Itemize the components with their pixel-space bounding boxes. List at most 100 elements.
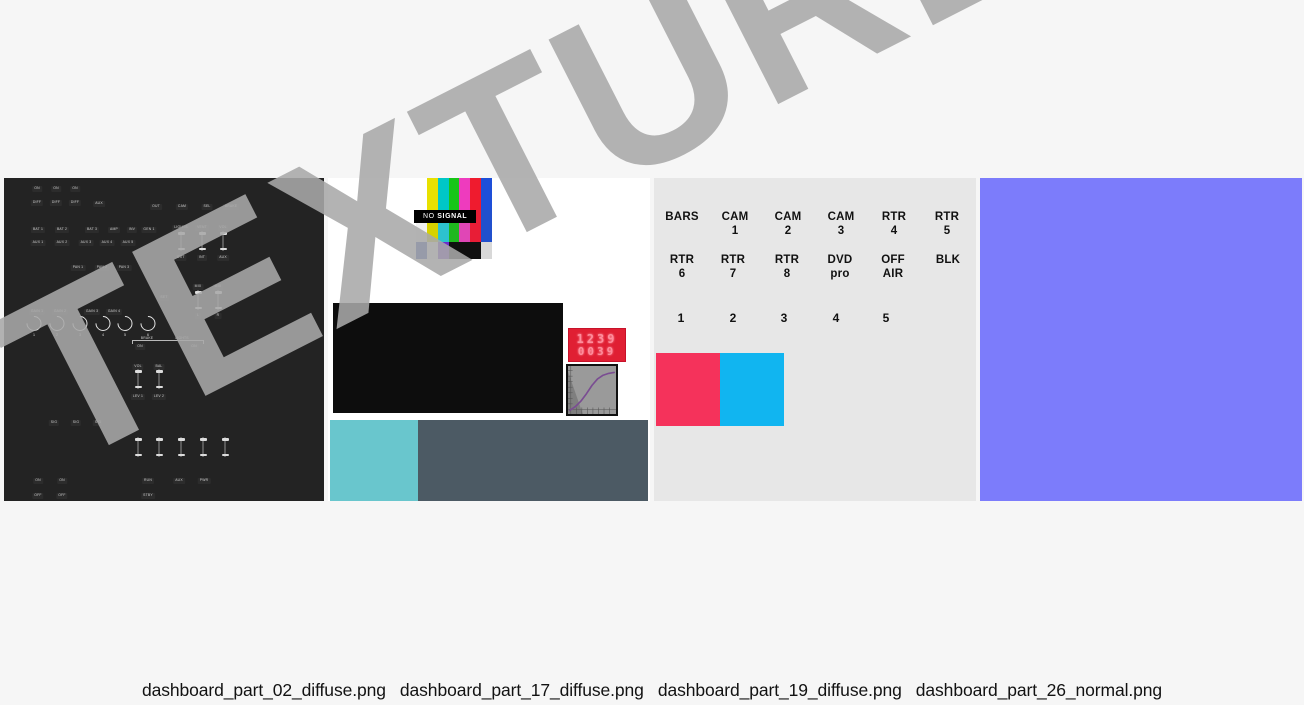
rotary-knob-number: 4 (102, 333, 104, 337)
graph-curve-line (569, 371, 615, 412)
source-button-label[interactable]: RTR 7 (721, 253, 745, 282)
dashboard-switch-label: AUX 3 (78, 240, 94, 246)
vertical-fader[interactable] (198, 231, 206, 251)
vertical-fader[interactable] (221, 437, 229, 457)
color-bar-segment (448, 242, 460, 259)
vertical-fader[interactable] (177, 231, 185, 251)
vertical-fader[interactable] (219, 231, 227, 251)
dashboard-switch-label: L (194, 313, 202, 319)
dashboard-switch-label: LEV 2 (151, 394, 167, 400)
vertical-fader[interactable] (199, 437, 207, 457)
dashboard-switch-label: OUT (150, 204, 162, 210)
color-bar-segment (481, 242, 493, 259)
no-signal-banner: NO SIGNAL (414, 210, 477, 223)
dashboard-switch-label: ON (57, 478, 67, 484)
dashboard-switch-label: EXT (175, 255, 187, 261)
monitor-screen (333, 303, 563, 413)
source-button-label[interactable]: OFF AIR (881, 253, 905, 282)
led-readout-display: 1239 0039 (568, 328, 626, 362)
brake-lights-end-tick (132, 340, 133, 344)
color-bar-strip (416, 242, 493, 259)
brake-lights-connector (132, 340, 204, 341)
dashboard-switch-label: BAT 3 (84, 227, 100, 233)
color-bar-segment (470, 178, 482, 210)
source-button-label[interactable]: 5 (883, 311, 890, 326)
performance-graph (566, 364, 618, 416)
vertical-fader[interactable] (155, 369, 163, 389)
dashboard-switch-label: OFF (56, 493, 68, 499)
texture-preview-stage: ON ON ON DIFF DIFF DIFF AUX OUT CAM SEL BRAKE BAT 1… (0, 0, 1304, 705)
rotary-knob[interactable] (69, 312, 91, 335)
rotary-knob[interactable] (23, 312, 45, 335)
dashboard-switch-label: VOL (217, 225, 229, 231)
source-button-label[interactable]: BARS (665, 210, 698, 224)
source-button-label[interactable]: CAM 1 (722, 210, 749, 239)
dashboard-switch-label: OFF (32, 493, 44, 499)
color-bar-segment (426, 178, 438, 210)
dashboard-switch-label: LIGHTS (172, 225, 190, 231)
source-button-label[interactable]: 1 (678, 311, 685, 326)
dashboard-switch-label: AUX (173, 478, 185, 484)
dashboard-switch-label: PAN 3 (116, 265, 132, 271)
color-bar-segment (437, 178, 449, 210)
source-button-label[interactable]: RTR 6 (670, 253, 694, 282)
vertical-fader[interactable] (214, 290, 222, 310)
color-bar-segment (426, 242, 438, 259)
source-button-label[interactable]: 2 (730, 311, 737, 326)
dashboard-switch-label: AUX 4 (99, 240, 115, 246)
dashboard-switch-label: DIFF (30, 200, 44, 206)
source-button-label[interactable]: DVD pro (828, 253, 853, 282)
source-button-label[interactable]: RTR 5 (935, 210, 959, 239)
source-button-label[interactable]: 4 (833, 311, 840, 326)
source-button-label[interactable]: BLK (936, 253, 960, 267)
color-bar-segment (459, 242, 471, 259)
dashboard-switch-label: GAIN 4 (105, 309, 123, 315)
texture-panel-dashboard-part-02[interactable]: ON ON ON DIFF DIFF DIFF AUX OUT CAM SEL BRAKE BAT 1… (4, 178, 324, 501)
led-readout-bottom-value: 0039 (577, 345, 617, 358)
dashboard-switch-label: AUX 2 (54, 240, 70, 246)
swatch-cyan (720, 353, 784, 426)
led-readout-top-value: 1239 (576, 332, 618, 346)
dashboard-switch-label: SEL (201, 204, 213, 210)
source-button-label[interactable]: RTR 4 (882, 210, 906, 239)
performance-graph-svg (568, 366, 616, 414)
dashboard-switch-label: LEV 1 (130, 394, 146, 400)
dashboard-switch-label: BRAKE (222, 204, 240, 210)
texture-panel-dashboard-part-17[interactable]: 1239 0039 NO SIGNAL (328, 178, 650, 501)
dashboard-switch-label: SIG (48, 420, 60, 426)
rotary-knob[interactable] (92, 312, 114, 335)
texture-panel-dashboard-part-26[interactable] (980, 178, 1302, 501)
test-card-left-field (330, 420, 418, 501)
vertical-fader[interactable] (134, 437, 142, 457)
dashboard-switch-label: GEN 1 (141, 227, 157, 233)
test-card-right-field (418, 420, 648, 501)
texture-panel-dashboard-part-19[interactable]: BARS CAM 1 CAM 2 CAM 3 RTR 4 RTR 5 RTR 6 RTR 7 R… (654, 178, 976, 501)
dashboard-switch-label: BAT 2 (54, 227, 70, 233)
source-button-label[interactable]: 3 (781, 311, 788, 326)
dashboard-switch-label: GAIN 1 (28, 309, 46, 315)
vertical-fader[interactable] (134, 369, 142, 389)
source-button-label[interactable]: CAM 2 (775, 210, 802, 239)
color-swatch-pair (656, 353, 784, 426)
dashboard-switch-label: SIG (92, 420, 104, 426)
source-button-label[interactable]: CAM 3 (828, 210, 855, 239)
texture-filename-caption: dashboard_part_26_normal.png (915, 680, 1163, 700)
rotary-knob[interactable] (114, 312, 136, 335)
source-button-label[interactable]: RTR 8 (775, 253, 799, 282)
no-signal-prefix: NO (423, 213, 438, 220)
vertical-fader[interactable] (155, 437, 163, 457)
color-bar-strip (416, 178, 493, 210)
vertical-fader[interactable] (194, 290, 202, 310)
color-bar-segment (470, 242, 482, 259)
rotary-knob[interactable] (137, 312, 159, 335)
dashboard-switch-label: GAIN 3 (83, 309, 101, 315)
texture-filename-caption: dashboard_part_02_diffuse.png (141, 680, 386, 700)
color-bar-segment (459, 178, 471, 210)
dashboard-switch-label: BAT 1 (30, 227, 46, 233)
rotary-knob[interactable] (46, 312, 68, 335)
dashboard-switch-label: SIG (70, 420, 82, 426)
color-bar-segment (416, 242, 427, 259)
vertical-fader[interactable] (177, 437, 185, 457)
dashboard-switch-label: AMP (108, 227, 120, 233)
brake-sub-label: ON (189, 344, 199, 350)
